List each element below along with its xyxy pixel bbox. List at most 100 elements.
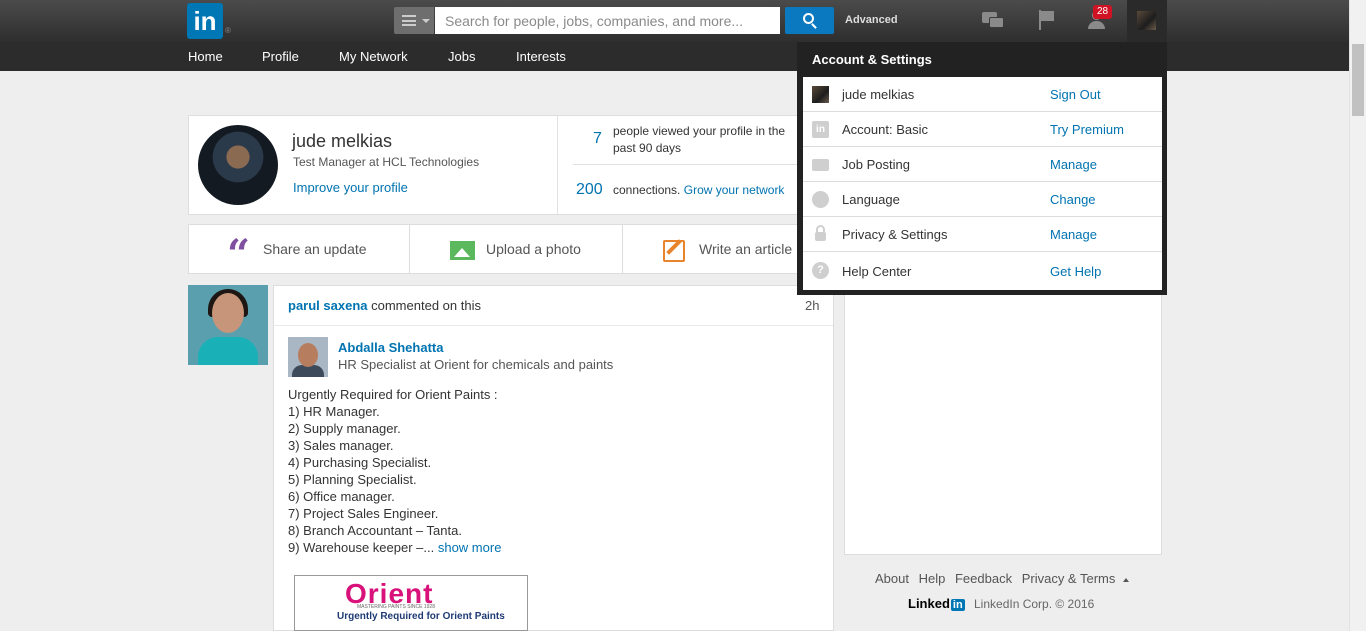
advanced-search-link[interactable]: Advanced [845, 14, 898, 26]
post-line: 1) HR Manager. [288, 404, 380, 419]
dropdown-label: Account: Basic [842, 122, 928, 137]
quote-icon: “ [227, 231, 251, 278]
dropdown-label: Privacy & Settings [842, 227, 948, 242]
dropdown-label: jude melkias [842, 87, 915, 102]
feed-timestamp: 2h [805, 298, 820, 313]
sign-out-link[interactable]: Sign Out [1050, 87, 1101, 102]
author-title: HR Specialist at Orient for chemicals an… [338, 357, 614, 372]
footer-copyright: LinkedIn Corp. © 2016 [974, 597, 1095, 611]
registered-mark: ® [225, 26, 231, 35]
footer-brand-in: in [950, 599, 965, 611]
linkedin-logo[interactable]: in [187, 3, 223, 39]
dropdown-row-language[interactable]: Language Change [803, 182, 1162, 217]
post-line: 3) Sales manager. [288, 438, 394, 453]
profile-photo-icon [812, 86, 829, 103]
chevron-down-icon [422, 19, 430, 23]
dropdown-title: Account & Settings [812, 52, 932, 67]
footer-feedback-link[interactable]: Feedback [955, 571, 1012, 586]
post-line: 2) Supply manager. [288, 421, 401, 436]
dropdown-row-help[interactable]: ? Help Center Get Help [803, 252, 1162, 290]
stats-divider [573, 164, 803, 165]
footer-links: About Help Feedback Privacy & Terms [875, 571, 1141, 586]
search-icon-handle [811, 23, 817, 29]
edit-icon [663, 240, 685, 262]
post-last-line: 9) Warehouse keeper –... [288, 540, 435, 555]
connections-text: connections. Grow your network [613, 182, 784, 199]
dropdown-list: jude melkias Sign Out in Account: Basic … [803, 77, 1162, 290]
feed-header: parul saxena commented on this [288, 298, 481, 313]
feed-action-text: commented on this [371, 298, 481, 313]
post-line: Urgently Required for Orient Paints : [288, 387, 498, 402]
search-input[interactable] [435, 7, 780, 34]
account-menu-button[interactable] [1127, 0, 1167, 42]
nav-jobs[interactable]: Jobs [448, 49, 475, 64]
connections-label: connections. [613, 183, 681, 197]
views-text-line-1: people viewed your profile in the [613, 124, 786, 138]
try-premium-link[interactable]: Try Premium [1050, 122, 1124, 137]
nav-interests[interactable]: Interests [516, 49, 566, 64]
profile-title: Test Manager at HCL Technologies [293, 155, 480, 169]
get-help-link[interactable]: Get Help [1050, 264, 1101, 279]
change-language-link[interactable]: Change [1050, 192, 1096, 207]
profile-divider [557, 116, 558, 214]
search-category-dropdown[interactable] [394, 7, 434, 34]
footer-privacy-link[interactable]: Privacy & Terms [1022, 571, 1136, 586]
dropdown-label: Language [842, 192, 900, 207]
orient-tagline: MASTERING PAINTS SINCE 1928 [357, 604, 435, 610]
dropdown-row-profile[interactable]: jude melkias Sign Out [803, 77, 1162, 112]
nav-my-network[interactable]: My Network [339, 49, 408, 64]
post-line-last: 9) Warehouse keeper –... show more [288, 540, 501, 555]
lock-icon [815, 225, 826, 241]
profile-avatar[interactable] [198, 125, 278, 205]
show-more-link[interactable]: show more [438, 540, 502, 555]
footer-help-link[interactable]: Help [919, 571, 946, 586]
right-rail-card [844, 290, 1162, 555]
dropdown-label: Help Center [842, 264, 912, 279]
globe-icon [812, 191, 829, 208]
account-settings-dropdown: Account & Settings jude melkias Sign Out… [797, 42, 1167, 295]
manage-privacy-link[interactable]: Manage [1050, 227, 1097, 242]
footer-brand-text: Linked [908, 596, 950, 611]
manage-jobs-link[interactable]: Manage [1050, 157, 1097, 172]
grow-network-link[interactable]: Grow your network [684, 183, 785, 197]
flag-icon[interactable] [1035, 10, 1059, 32]
author-avatar[interactable] [288, 337, 328, 377]
connections-count[interactable]: 200 [576, 181, 603, 199]
footer-about-link[interactable]: About [875, 571, 909, 586]
scrollbar-thumb[interactable] [1352, 44, 1364, 116]
image-caption: Urgently Required for Orient Paints [337, 611, 505, 622]
post-line: 4) Purchasing Specialist. [288, 455, 432, 470]
author-name-link[interactable]: Abdalla Shehatta [338, 340, 443, 355]
footer-linkedin-logo: Linked in [908, 596, 965, 611]
actor-name-link[interactable]: parul saxena [288, 298, 368, 313]
upload-photo-button[interactable]: Upload a photo [409, 224, 623, 274]
caret-up-icon [1123, 577, 1130, 582]
upload-photo-label: Upload a photo [486, 241, 581, 257]
views-text: people viewed your profile in the past 9… [613, 123, 785, 157]
improve-profile-link[interactable]: Improve your profile [293, 180, 408, 195]
post-line: 7) Project Sales Engineer. [288, 506, 439, 521]
photo-icon [450, 241, 475, 260]
menu-icon [402, 15, 416, 26]
avatar [1137, 11, 1156, 30]
messages-icon[interactable] [982, 10, 1006, 32]
views-text-line-2: past 90 days [613, 141, 682, 155]
share-update-label: Share an update [263, 241, 367, 257]
nav-home[interactable]: Home [188, 49, 223, 64]
briefcase-icon [812, 159, 829, 171]
nav-profile[interactable]: Profile [262, 49, 299, 64]
help-icon: ? [812, 262, 829, 279]
share-update-button[interactable]: “ Share an update [188, 224, 410, 278]
profile-name[interactable]: jude melkias [292, 131, 392, 152]
write-article-label: Write an article [699, 241, 793, 257]
page-scrollbar[interactable] [1349, 0, 1366, 631]
search-button[interactable] [785, 7, 834, 34]
views-count[interactable]: 7 [593, 130, 602, 148]
dropdown-row-privacy[interactable]: Privacy & Settings Manage [803, 217, 1162, 252]
dropdown-row-job-posting[interactable]: Job Posting Manage [803, 147, 1162, 182]
post-image[interactable]: Orient MASTERING PAINTS SINCE 1928 Urgen… [294, 575, 528, 631]
actor-avatar[interactable] [188, 285, 268, 365]
dropdown-row-account[interactable]: in Account: Basic Try Premium [803, 112, 1162, 147]
write-article-button[interactable]: Write an article [622, 224, 808, 274]
post-line: 8) Branch Accountant – Tanta. [288, 523, 462, 538]
